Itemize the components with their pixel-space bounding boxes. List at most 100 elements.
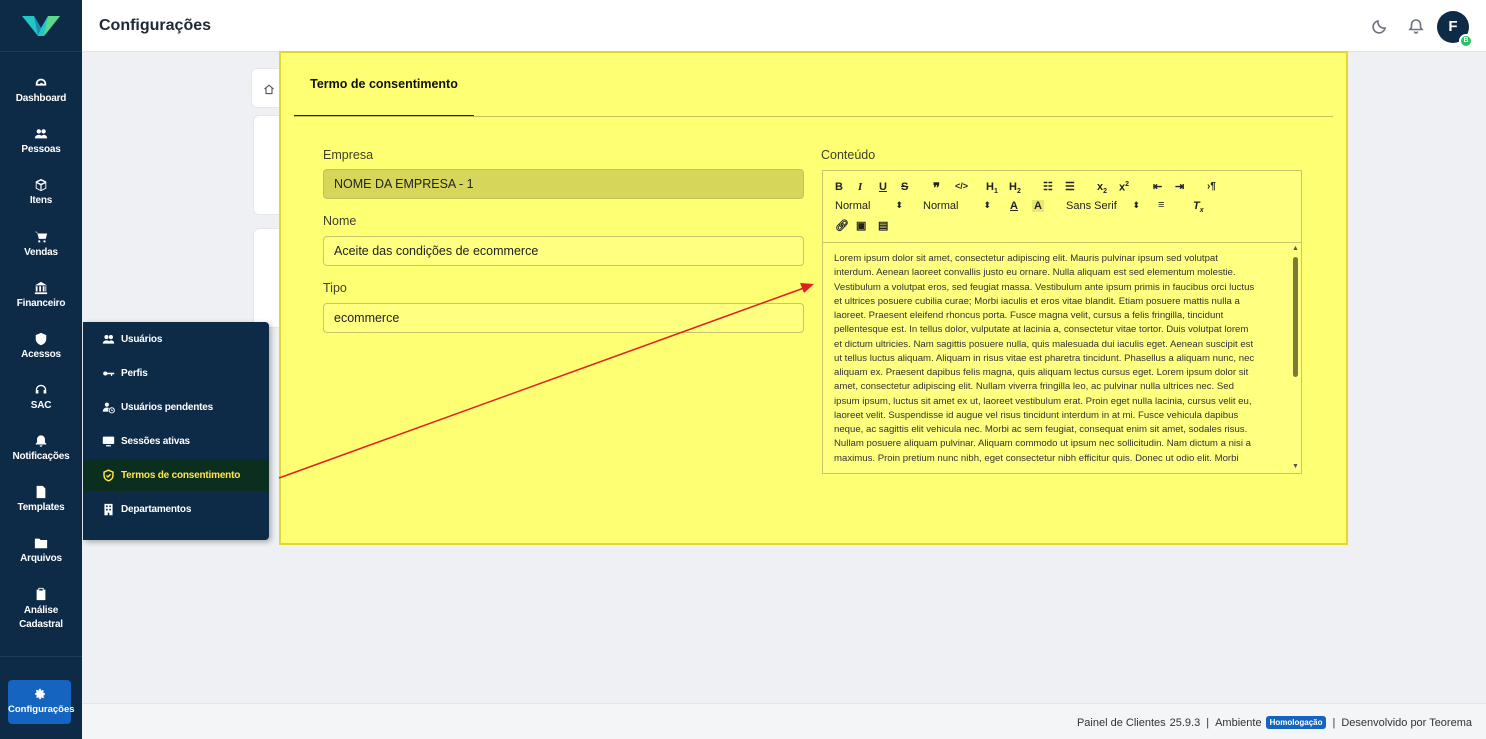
nav-financeiro[interactable]: Financeiro bbox=[0, 281, 82, 309]
empresa-label: Empresa bbox=[323, 148, 374, 162]
nav-configuracoes[interactable]: Configurações bbox=[8, 680, 75, 724]
editor-scrollbar[interactable]: ▲ ▼ bbox=[1291, 245, 1299, 473]
clipboard-icon bbox=[34, 587, 48, 601]
scroll-down-icon[interactable]: ▼ bbox=[1292, 463, 1299, 470]
outdent-icon[interactable]: ⇤ bbox=[1153, 180, 1162, 193]
headset-icon bbox=[34, 383, 48, 397]
bank-icon bbox=[34, 281, 48, 295]
nav-analise-cadastral[interactable]: Análise Cadastral bbox=[0, 587, 82, 632]
submenu-perfis-label: Perfis bbox=[121, 367, 148, 379]
ordered-list-icon[interactable]: ☷ bbox=[1043, 180, 1053, 193]
font-color-icon[interactable]: A bbox=[1010, 200, 1018, 212]
box-icon bbox=[34, 178, 48, 192]
submenu-termos-consentimento[interactable]: Termos de consentimento bbox=[83, 459, 269, 491]
bell-icon[interactable] bbox=[1408, 18, 1424, 34]
footer-info: Painel de Clientes 25.9.3 | Ambiente Hom… bbox=[1077, 716, 1472, 729]
nav-vendas-label: Vendas bbox=[24, 247, 58, 258]
nav-vendas[interactable]: Vendas bbox=[0, 230, 82, 258]
tipo-label: Tipo bbox=[323, 281, 347, 295]
app-logo[interactable] bbox=[0, 0, 82, 52]
bold-button[interactable]: B bbox=[835, 181, 843, 193]
superscript-button[interactable]: x2 bbox=[1119, 181, 1129, 194]
editor-content-line: neque, ac sagittis elit vehicula nec. Mo… bbox=[834, 424, 1248, 435]
nav-templates-label: Templates bbox=[17, 502, 65, 513]
nav-acessos[interactable]: Acessos bbox=[0, 332, 82, 360]
font-select-value: Sans Serif bbox=[1066, 200, 1117, 212]
editor-content-line: et dictum ultricies. Nam sagittis posuer… bbox=[834, 338, 1254, 350]
gear-icon bbox=[34, 688, 45, 700]
moon-icon[interactable] bbox=[1372, 18, 1388, 34]
subscript-button[interactable]: x2 bbox=[1097, 181, 1107, 195]
sidebar-divider bbox=[0, 656, 82, 657]
nav-arquivos[interactable]: Arquivos bbox=[0, 536, 82, 564]
size-select[interactable]: Normal ⬍ bbox=[923, 200, 991, 212]
bell-icon bbox=[34, 434, 48, 448]
header-select[interactable]: Normal ⬍ bbox=[835, 200, 903, 212]
monitor-icon bbox=[102, 436, 115, 446]
code-icon[interactable]: </> bbox=[955, 181, 968, 191]
heading2-button[interactable]: H2 bbox=[1009, 181, 1021, 195]
strike-button[interactable]: S bbox=[901, 181, 908, 193]
nav-analise-cadastral-label: Análise Cadastral bbox=[19, 605, 63, 630]
italic-button[interactable]: I bbox=[858, 181, 862, 193]
indent-icon[interactable]: ⇥ bbox=[1175, 180, 1184, 193]
submenu-usuarios[interactable]: Usuários bbox=[83, 323, 269, 355]
text-direction-icon[interactable]: ›¶ bbox=[1207, 181, 1216, 192]
bullet-list-icon[interactable]: ☰ bbox=[1065, 180, 1075, 193]
nome-input[interactable]: Aceite das condições de ecommerce bbox=[323, 236, 804, 266]
nav-acessos-label: Acessos bbox=[21, 349, 61, 360]
nav-sac-label: SAC bbox=[30, 400, 52, 411]
footer-env-label: Ambiente bbox=[1215, 716, 1262, 729]
underline-button[interactable]: U bbox=[879, 181, 887, 193]
nav-itens[interactable]: Itens bbox=[0, 178, 82, 206]
submenu-departamentos-label: Departamentos bbox=[121, 503, 192, 515]
select-chevron-icon: ⬍ bbox=[895, 200, 903, 210]
submenu-sessoes-ativas-label: Sessões ativas bbox=[121, 435, 190, 447]
footer: Painel de Clientes 25.9.3 | Ambiente Hom… bbox=[82, 703, 1486, 739]
editor-content-line: laoreet. Praesent eleifend rhoncus porta… bbox=[834, 310, 1224, 321]
tab-termo-consentimento[interactable]: Termo de consentimento bbox=[294, 53, 474, 117]
nav-sac[interactable]: SAC bbox=[0, 383, 82, 411]
clear-format-icon[interactable]: Tx bbox=[1193, 200, 1204, 214]
background-color-icon[interactable]: A bbox=[1032, 200, 1044, 212]
nav-pessoas-label: Pessoas bbox=[21, 144, 61, 155]
editor-content[interactable]: Lorem ipsum dolor sit amet, consectetur … bbox=[834, 252, 1280, 468]
avatar-status-badge: B bbox=[1459, 34, 1473, 48]
editor-content-line: interdum. Aenean laoreet convallis justo… bbox=[834, 267, 1236, 279]
nav-dashboard[interactable]: Dashboard bbox=[0, 76, 82, 104]
users-icon bbox=[34, 127, 48, 141]
image-icon[interactable]: ▣ bbox=[856, 219, 866, 232]
link-icon[interactable]: 🔗︎ bbox=[835, 219, 849, 232]
submenu-sessoes-ativas[interactable]: Sessões ativas bbox=[83, 425, 269, 457]
scroll-up-icon[interactable]: ▲ bbox=[1292, 245, 1299, 252]
video-icon[interactable]: ▤ bbox=[878, 219, 888, 232]
submenu-departamentos[interactable]: Departamentos bbox=[83, 493, 269, 525]
blockquote-icon[interactable]: ❞ bbox=[933, 180, 940, 196]
submenu-usuarios-label: Usuários bbox=[121, 333, 163, 345]
tipo-input[interactable]: ecommerce bbox=[323, 303, 804, 333]
submenu-usuarios-pendentes[interactable]: Usuários pendentes bbox=[83, 391, 269, 423]
empresa-field: NOME DA EMPRESA - 1 bbox=[323, 169, 804, 199]
nav-arquivos-label: Arquivos bbox=[20, 553, 62, 564]
align-icon[interactable]: ≡ bbox=[1158, 199, 1164, 211]
nav-pessoas[interactable]: Pessoas bbox=[0, 127, 82, 155]
submenu-perfis[interactable]: Perfis bbox=[83, 357, 269, 389]
shield-check-icon bbox=[103, 468, 114, 482]
nav-templates[interactable]: Templates bbox=[0, 485, 82, 513]
font-select[interactable]: Sans Serif ⬍ bbox=[1066, 200, 1140, 212]
editor-content-line: sed mi sed libero pharetra sollicitudin.… bbox=[834, 466, 1280, 468]
home-icon[interactable] bbox=[263, 82, 275, 100]
heading1-button[interactable]: H1 bbox=[986, 181, 998, 195]
editor-content-line: ipsum ipsum, luctus sit amet ex ut, laor… bbox=[834, 395, 1252, 407]
size-select-value: Normal bbox=[923, 200, 959, 212]
editor-content-line: ut tellus luctus aliquam. Aliquam in ris… bbox=[834, 352, 1255, 364]
conteudo-label: Conteúdo bbox=[821, 148, 876, 162]
select-chevron-icon: ⬍ bbox=[983, 200, 991, 210]
footer-developer: Desenvolvido por Teorema bbox=[1341, 716, 1472, 729]
top-header: Configurações F B bbox=[82, 0, 1486, 52]
nav-notificacoes[interactable]: Notificações bbox=[0, 434, 82, 462]
submenu-termos-consentimento-label: Termos de consentimento bbox=[121, 469, 241, 481]
select-chevron-icon: ⬍ bbox=[1132, 200, 1140, 210]
scroll-thumb[interactable] bbox=[1293, 257, 1298, 377]
footer-separator: | bbox=[1332, 716, 1336, 729]
